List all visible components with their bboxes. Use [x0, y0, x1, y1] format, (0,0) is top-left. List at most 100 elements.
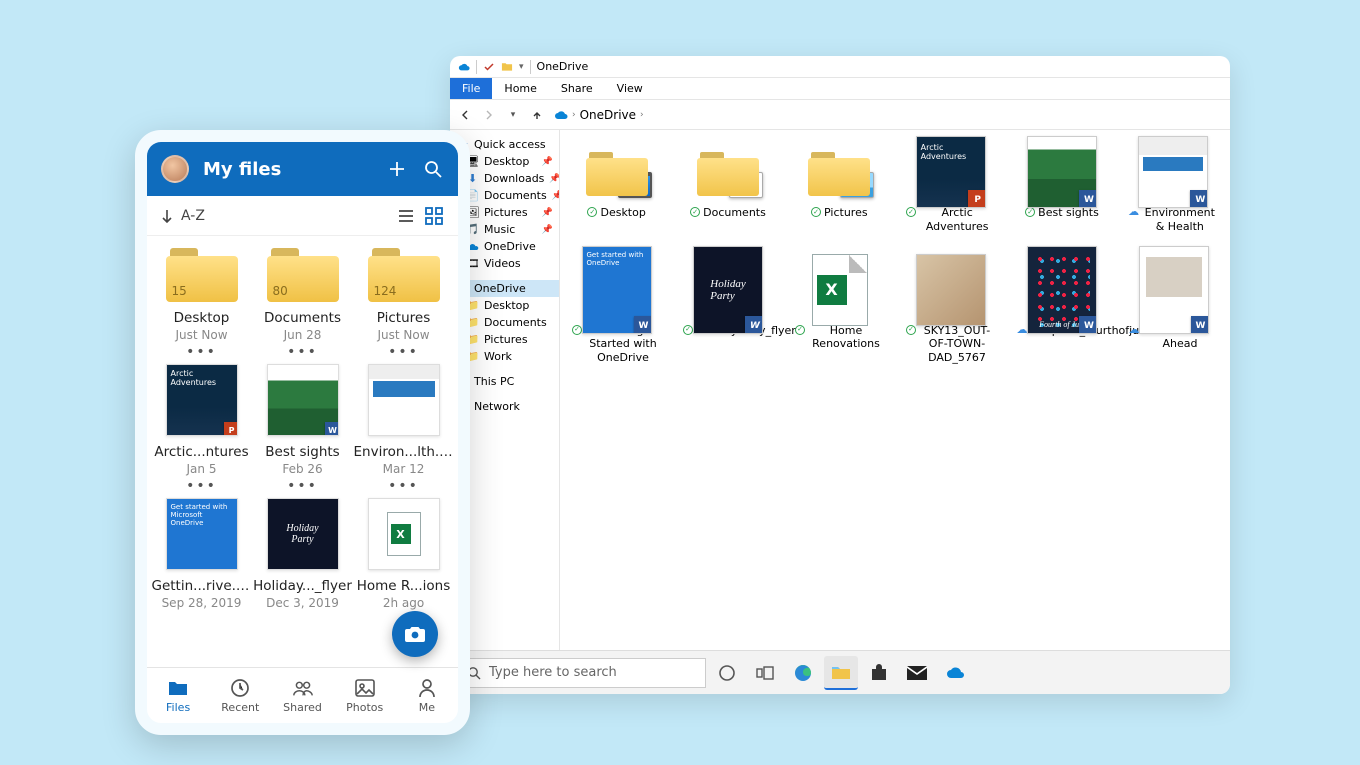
synced-icon: ✓	[587, 207, 597, 217]
file-item[interactable]: W ☁The Year Ahead	[1129, 262, 1218, 365]
powerpoint-badge-icon: P	[224, 422, 238, 436]
search-icon[interactable]	[422, 158, 444, 180]
synced-icon: ✓	[906, 207, 916, 217]
window-title: OneDrive	[537, 60, 589, 73]
check-icon[interactable]	[483, 61, 495, 73]
tab-files[interactable]: Files	[147, 668, 209, 723]
mobile-file[interactable]: W Best sights Feb 26 •••	[253, 364, 353, 494]
clock-icon	[229, 677, 251, 699]
mobile-file[interactable]: Environ...lth.pdf Mar 12 •••	[354, 364, 454, 494]
mobile-file[interactable]: X Home R...ions 2h ago	[354, 498, 454, 610]
mobile-file[interactable]: Get started with Microsoft OneDrive Gett…	[152, 498, 252, 610]
mobile-folder[interactable]: 80 Documents Jun 28 •••	[253, 246, 353, 360]
word-badge-icon: W	[1079, 316, 1097, 334]
taskbar-onedrive[interactable]	[938, 656, 972, 690]
mobile-folder[interactable]: 15 Desktop Just Now •••	[152, 246, 252, 360]
taskbar-cortana[interactable]	[710, 656, 744, 690]
file-item[interactable]: HolidayPartyW ✓HolidayParty_flyer	[683, 262, 773, 365]
file-item[interactable]: Fourth of JulyW ☁template_fourthofjul	[1017, 262, 1107, 365]
chevron-right-icon: ›	[572, 110, 576, 120]
mobile-file[interactable]: HolidayParty Holiday..._flyer Dec 3, 201…	[253, 498, 353, 610]
tab-photos[interactable]: Photos	[334, 668, 396, 723]
synced-icon: ✓	[683, 325, 693, 335]
onedrive-cloud-icon	[458, 61, 470, 73]
pin-icon: 📌	[549, 174, 560, 184]
tab-me[interactable]: Me	[396, 668, 458, 723]
ribbon-tab-view[interactable]: View	[605, 78, 655, 99]
file-item[interactable]: Arctic AdventuresP ✓Arctic Adventures	[906, 144, 995, 234]
sort-bar: A-Z	[147, 196, 458, 236]
dropdown-icon[interactable]: ▾	[519, 62, 524, 72]
back-icon[interactable]	[458, 108, 472, 122]
file-item[interactable]: W ✓Best sights	[1017, 144, 1106, 234]
list-view-icon[interactable]	[396, 206, 416, 226]
taskbar: Type here to search	[450, 650, 1230, 694]
more-icon[interactable]: •••	[388, 344, 419, 360]
ribbon-tab-home[interactable]: Home	[492, 78, 548, 99]
mobile-file[interactable]: Arctic AdventuresP Arctic...ntures Jan 5…	[152, 364, 252, 494]
pin-icon: 📌	[552, 191, 560, 201]
synced-icon: ✓	[690, 207, 700, 217]
tab-recent[interactable]: Recent	[209, 668, 271, 723]
synced-icon: ✓	[811, 207, 821, 217]
taskbar-explorer[interactable]	[824, 656, 858, 690]
more-icon[interactable]: •••	[388, 478, 419, 494]
word-badge-icon: W	[634, 316, 652, 334]
forward-icon[interactable]	[482, 108, 496, 122]
pin-icon: 📌	[542, 208, 553, 218]
pin-icon: 📌	[542, 225, 553, 235]
more-icon[interactable]: •••	[287, 478, 318, 494]
grid-view-icon[interactable]	[424, 206, 444, 226]
synced-icon: ✓	[572, 325, 582, 335]
sort-arrow-icon[interactable]	[161, 209, 173, 223]
mobile-file-grid: 15 Desktop Just Now ••• 80 Documents Jun…	[147, 236, 458, 667]
synced-icon: ✓	[906, 325, 916, 335]
ribbon-tab-file[interactable]: File	[450, 78, 492, 99]
cloud-status-icon: ☁	[1017, 325, 1027, 335]
excel-icon	[812, 254, 868, 326]
folder-documents[interactable]: A ✓Documents	[683, 144, 772, 234]
more-icon[interactable]: •••	[287, 344, 318, 360]
mobile-folder[interactable]: 124 Pictures Just Now •••	[354, 246, 454, 360]
person-icon	[416, 677, 438, 699]
avatar[interactable]	[161, 155, 189, 183]
word-badge-icon: W	[1190, 190, 1208, 208]
powerpoint-badge-icon: P	[968, 190, 986, 208]
address-bar: ▾ › OneDrive ›	[450, 100, 1230, 130]
folder-icon[interactable]	[501, 61, 513, 73]
synced-icon: ✓	[795, 325, 805, 335]
taskbar-edge[interactable]	[786, 656, 820, 690]
image-icon	[354, 677, 376, 699]
titlebar: ▾ OneDrive	[450, 56, 1230, 78]
file-item[interactable]: Get started with OneDriveW ✓Getting Star…	[572, 262, 661, 365]
folder-pictures[interactable]: ✓Pictures	[795, 144, 884, 234]
more-icon[interactable]: •••	[186, 344, 217, 360]
file-item[interactable]: ✓Home Renovations	[795, 262, 884, 365]
ribbon-tab-share[interactable]: Share	[549, 78, 605, 99]
taskbar-store[interactable]	[862, 656, 896, 690]
cloud-status-icon: ☁	[1129, 325, 1139, 335]
taskbar-mail[interactable]	[900, 656, 934, 690]
word-badge-icon: W	[325, 422, 339, 436]
file-item[interactable]: W ☁Environment & Health	[1129, 144, 1218, 234]
file-item[interactable]: ✓SKY13_OUT-OF-TOWN-DAD_5767	[906, 262, 995, 365]
explorer-window: ▾ OneDrive File Home Share View ▾ › OneD…	[450, 56, 1230, 694]
taskbar-search[interactable]: Type here to search	[456, 658, 706, 688]
breadcrumb-item[interactable]: OneDrive	[580, 108, 636, 122]
taskbar-taskview[interactable]	[748, 656, 782, 690]
add-icon[interactable]	[386, 158, 408, 180]
up-icon[interactable]	[530, 108, 544, 122]
mobile-device: My files A-Z 15 Desktop Just Now ••• 80 …	[135, 130, 470, 735]
breadcrumb[interactable]: › OneDrive ›	[554, 108, 644, 122]
ribbon: File Home Share View	[450, 78, 1230, 100]
chevron-right-icon: ›	[640, 110, 644, 120]
sort-label[interactable]: A-Z	[181, 208, 205, 224]
camera-fab[interactable]	[392, 611, 438, 657]
folder-desktop[interactable]: ✓Desktop	[572, 144, 661, 234]
word-badge-icon: W	[1079, 190, 1097, 208]
recent-dropdown-icon[interactable]: ▾	[506, 108, 520, 122]
tab-shared[interactable]: Shared	[271, 668, 333, 723]
more-icon[interactable]: •••	[186, 478, 217, 494]
synced-icon: ✓	[1025, 207, 1035, 217]
file-grid: ✓Desktop A ✓Documents ✓Pictures Arctic A…	[560, 130, 1230, 694]
